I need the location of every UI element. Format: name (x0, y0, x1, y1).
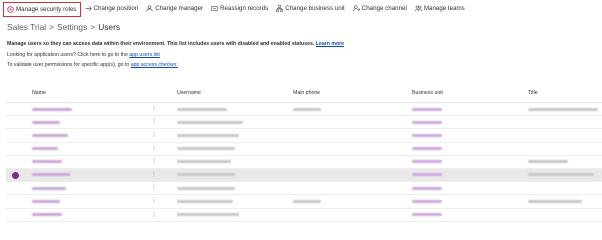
more-options-icon[interactable]: ⋮ (151, 131, 157, 139)
blurred-business-unit[interactable] (412, 199, 442, 203)
info-manage-users: Manage users so they can access data wit… (7, 41, 345, 47)
row-selected-icon[interactable] (12, 171, 19, 179)
blurred-name[interactable] (32, 173, 70, 177)
table-row[interactable]: ⋮ (6, 143, 602, 156)
blurred-username (177, 213, 239, 216)
blurred-business-unit[interactable] (412, 186, 442, 190)
table-row[interactable]: ⋮ (6, 195, 602, 209)
org-icon (276, 5, 284, 12)
blurred-username (177, 160, 231, 164)
manage-teams-button[interactable]: Manage teams (411, 0, 469, 17)
more-options-icon[interactable]: ⋮ (151, 211, 157, 219)
blurred-name[interactable] (32, 133, 68, 137)
table-row[interactable]: ⋮ (6, 156, 602, 169)
blurred-username (177, 107, 227, 111)
column-header-main-phone[interactable]: Main phone (293, 90, 320, 96)
blurred-name[interactable] (32, 107, 72, 111)
blurred-business-unit[interactable] (412, 147, 442, 151)
blurred-name[interactable] (32, 120, 60, 124)
app-access-checker-link[interactable]: app access checker. (131, 62, 178, 68)
column-header-username[interactable]: Username (177, 90, 201, 96)
person-icon (146, 5, 153, 12)
breadcrumb-sales-trial[interactable]: Sales Trial (7, 22, 46, 32)
change-position-button[interactable]: Change position (81, 0, 143, 17)
more-options-icon[interactable]: ⋮ (151, 184, 157, 192)
column-header-title[interactable]: Title (528, 90, 538, 96)
blurred-business-unit[interactable] (412, 213, 442, 216)
blurred-business-unit[interactable] (412, 120, 442, 124)
column-header-name[interactable]: Name (32, 90, 46, 96)
table-row[interactable]: ⋮ (6, 209, 602, 222)
change-channel-button[interactable]: Change channel (349, 0, 411, 17)
blurred-business-unit[interactable] (412, 160, 442, 164)
blurred-username (177, 120, 243, 124)
learn-more-link[interactable]: Learn more (316, 41, 344, 47)
blurred-title (528, 199, 582, 203)
blurred-username (177, 147, 235, 151)
change-business-unit-button[interactable]: Change business unit (272, 0, 349, 17)
more-options-icon[interactable]: ⋮ (151, 197, 157, 205)
blurred-username (177, 173, 235, 177)
blurred-title (528, 107, 598, 111)
shield-icon (7, 5, 14, 13)
breadcrumb-separator: > (90, 22, 96, 32)
blurred-phone (293, 107, 321, 111)
breadcrumb-settings[interactable]: Settings (57, 22, 87, 32)
blurred-name[interactable] (32, 199, 60, 203)
more-options-icon[interactable]: ⋮ (151, 118, 157, 126)
blurred-title (528, 160, 568, 164)
grid-header: Name Username Main phone Business unit T… (6, 84, 602, 103)
change-manager-button[interactable]: Change manager (142, 0, 207, 17)
manage-security-roles-button[interactable]: Manage security roles (3, 1, 81, 17)
breadcrumb-users: Users (98, 22, 121, 32)
blurred-username (177, 186, 235, 190)
more-options-icon[interactable]: ⋮ (151, 145, 157, 153)
blurred-username (177, 199, 233, 203)
more-options-icon[interactable]: ⋮ (151, 171, 157, 179)
blurred-username (177, 133, 239, 137)
info-app-access: To validate user permissions for specifi… (7, 62, 178, 68)
table-row-selected[interactable]: ⋮ (6, 168, 602, 183)
reassign-records-button[interactable]: Reassign records (207, 0, 272, 17)
info-application-users: Looking for application users? Click her… (7, 52, 160, 58)
users-grid: Name Username Main phone Business unit T… (6, 84, 602, 222)
more-options-icon[interactable]: ⋮ (151, 158, 157, 166)
table-row[interactable]: ⋮ (6, 182, 602, 196)
table-row[interactable]: ⋮ (6, 116, 602, 130)
blurred-name[interactable] (32, 213, 62, 216)
table-row[interactable]: ⋮ (6, 129, 602, 143)
blurred-name[interactable] (32, 186, 66, 190)
team-icon (414, 5, 422, 12)
blurred-phone (293, 199, 321, 203)
blurred-name[interactable] (32, 147, 58, 151)
blurred-business-unit[interactable] (412, 133, 442, 137)
breadcrumb: Sales Trial > Settings > Users (7, 22, 120, 32)
reassign-icon (211, 5, 218, 12)
app-users-list-link[interactable]: app users list (129, 52, 160, 58)
person-swap-icon (352, 5, 360, 12)
blurred-name[interactable] (32, 160, 62, 164)
more-options-icon[interactable]: ⋮ (151, 105, 157, 113)
blurred-business-unit[interactable] (412, 173, 442, 177)
blurred-title (528, 173, 594, 177)
table-row[interactable]: ⋮ (6, 103, 602, 117)
column-header-business-unit[interactable]: Business unit (412, 90, 443, 96)
blurred-business-unit[interactable] (412, 107, 442, 111)
breadcrumb-separator: > (49, 22, 55, 32)
arrows-icon (85, 5, 92, 12)
command-bar: Manage security roles Change position Ch… (0, 0, 602, 17)
